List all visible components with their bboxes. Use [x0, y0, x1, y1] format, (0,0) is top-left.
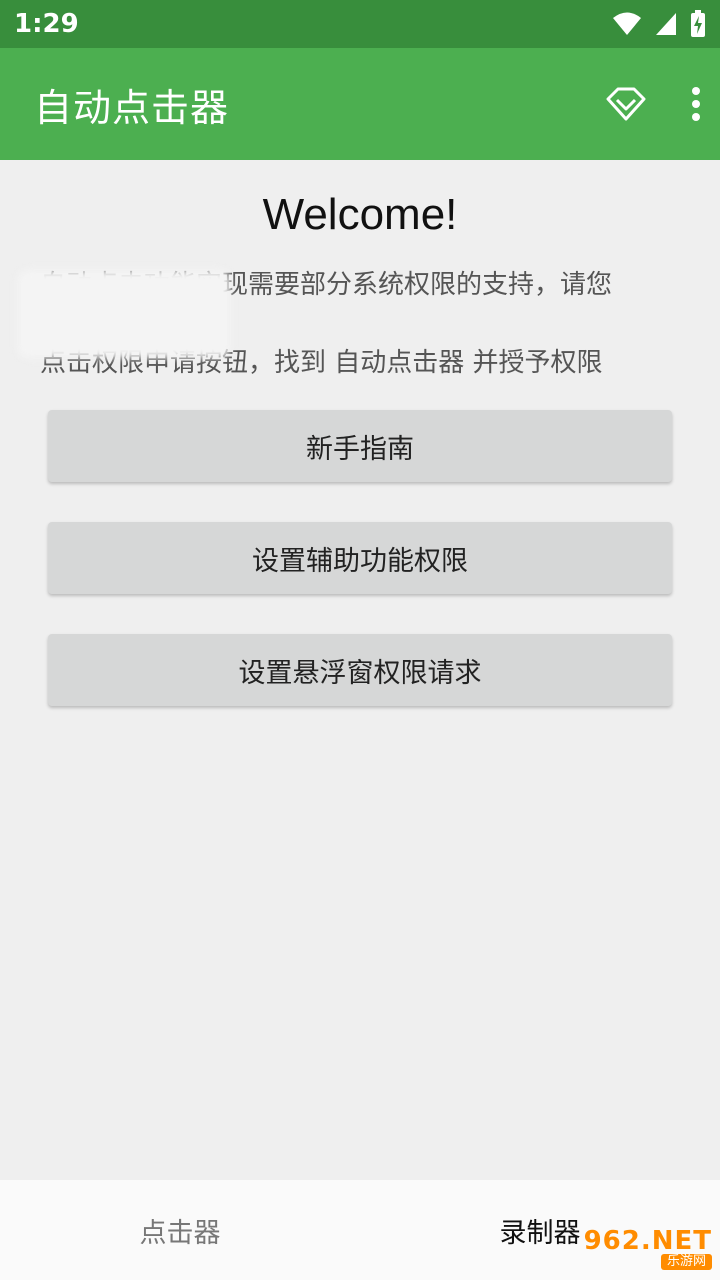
premium-button[interactable] [604, 85, 648, 123]
battery-icon [691, 10, 705, 37]
status-icons [612, 10, 706, 38]
status-time: 1:29 [14, 9, 79, 39]
watermark-logo: 962.NET [583, 1226, 712, 1256]
overlay-permission-button[interactable]: 设置悬浮窗权限请求 [48, 634, 672, 706]
signal-icon [656, 13, 676, 35]
more-vert-icon [692, 87, 700, 121]
overflow-menu-button[interactable] [690, 86, 702, 122]
site-watermark: 962.NET 乐游网 [580, 1228, 712, 1272]
app-bar-actions [604, 48, 702, 160]
beginner-guide-button[interactable]: 新手指南 [48, 410, 672, 482]
blur-overlay [18, 270, 230, 358]
diamond-icon [606, 87, 646, 121]
app-title: 自动点击器 [34, 85, 230, 130]
accessibility-permission-button[interactable]: 设置辅助功能权限 [48, 522, 672, 594]
watermark-subtitle: 乐游网 [660, 1254, 712, 1270]
welcome-heading: Welcome! [262, 190, 458, 239]
tab-clicker[interactable]: 点击器 [0, 1180, 360, 1280]
wifi-icon [613, 12, 641, 35]
app-bar: 自动点击器 [0, 48, 720, 160]
main-content: Welcome! 自动点击功能实现需要部分系统权限的支持，请您 授予所需权限 点… [0, 160, 720, 1180]
status-bar: 1:29 [0, 0, 720, 48]
